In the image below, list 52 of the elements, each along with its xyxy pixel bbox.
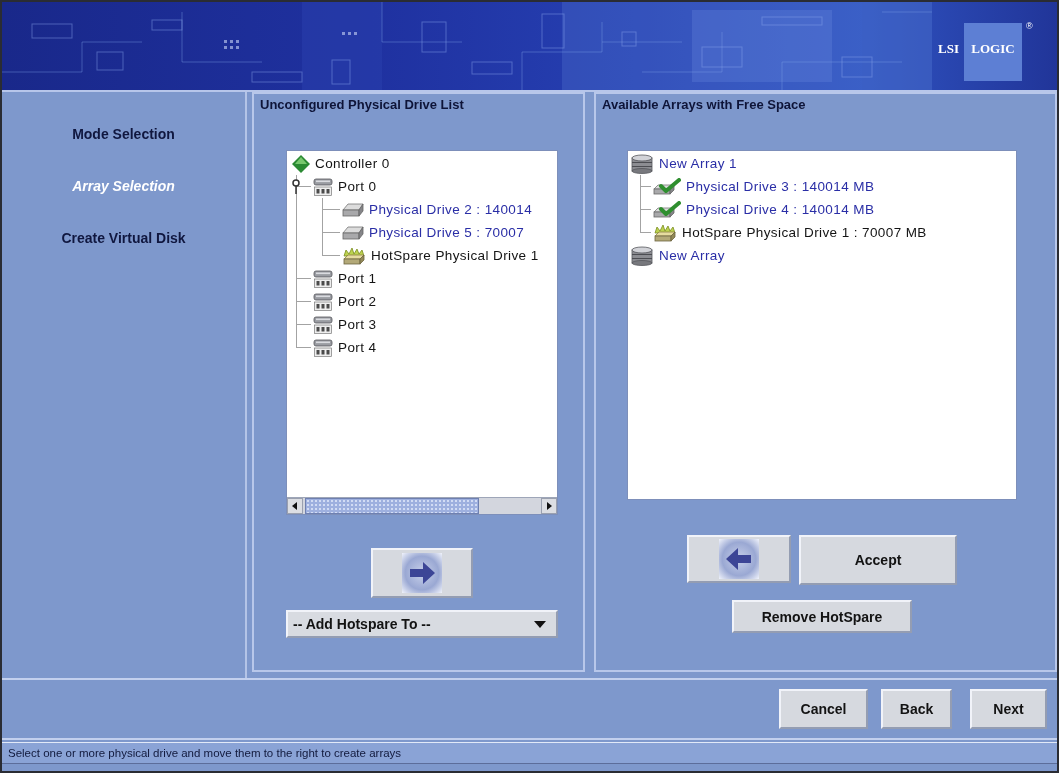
hotspare-dropdown[interactable]: -- Add Hotspare To -- [286, 610, 558, 638]
remove-hotspare-button[interactable]: Remove HotSpare [732, 600, 912, 633]
hard-drive-icon [342, 224, 364, 241]
disk-stack-icon [630, 245, 654, 266]
connector-icon [313, 177, 333, 196]
connector-icon [313, 315, 333, 334]
wizard-step: Create Virtual Disk [61, 229, 186, 247]
drive-check-icon [653, 201, 681, 218]
logo-text: LSI [938, 41, 959, 56]
cancel-button[interactable]: Cancel [779, 689, 868, 729]
connector-icon [313, 338, 333, 357]
tree-item[interactable]: Port 1 [313, 267, 377, 290]
diamond-icon [292, 154, 310, 173]
connector-icon [313, 292, 333, 311]
tree-item[interactable]: Physical Drive 2 : 140014 [342, 198, 533, 221]
status-text: Select one or more physical drive and move them to the right to create arrays [8, 747, 402, 759]
logo-tile: LOGIC [963, 23, 1022, 81]
accept-button[interactable]: Accept [799, 535, 957, 585]
arrow-right-icon [402, 553, 442, 593]
drive-check-icon [653, 178, 681, 195]
back-button[interactable]: Back [881, 689, 952, 729]
spiked-drive-icon [653, 223, 677, 242]
expand-handle-icon[interactable] [292, 179, 300, 194]
spiked-drive-icon [342, 246, 366, 265]
trademark-text: ® [1025, 21, 1033, 31]
tree-item[interactable]: New Array 1 [630, 152, 737, 175]
tree-item[interactable]: Port 2 [313, 290, 377, 313]
scrollbar-thumb[interactable] [305, 498, 479, 514]
tree-item[interactable]: Port 4 [313, 336, 377, 359]
connector-icon [313, 269, 333, 288]
add-to-array-button[interactable] [371, 548, 473, 598]
tree-item[interactable]: Port 3 [313, 313, 377, 336]
panel-title: Unconfigured Physical Drive List [260, 97, 464, 113]
scroll-left-icon[interactable] [287, 498, 303, 514]
arrow-left-icon [719, 539, 759, 579]
wizard-step: Array Selection [72, 177, 175, 195]
tree-item[interactable]: HotSpare Physical Drive 1 [342, 244, 539, 267]
tree-item[interactable]: Physical Drive 3 : 140014 MB [653, 175, 875, 198]
scroll-right-icon[interactable] [541, 498, 557, 514]
tree-item[interactable]: Port 0 [313, 175, 377, 198]
caret-down-icon [534, 620, 546, 628]
wizard-step: Mode Selection [72, 125, 175, 143]
next-button[interactable]: Next [970, 689, 1047, 729]
tree-item[interactable]: HotSpare Physical Drive 1 : 70007 MB [653, 221, 927, 244]
hard-drive-icon [342, 201, 364, 218]
disk-stack-icon [630, 153, 654, 174]
tree-item[interactable]: Physical Drive 5 : 70007 [342, 221, 525, 244]
tree-item[interactable]: Controller 0 [292, 152, 390, 175]
tree-item[interactable]: New Array [630, 244, 725, 267]
tree-item[interactable]: Physical Drive 4 : 140014 MB [653, 198, 875, 221]
remove-from-array-button[interactable] [687, 535, 791, 583]
panel-title: Available Arrays with Free Space [602, 97, 806, 113]
